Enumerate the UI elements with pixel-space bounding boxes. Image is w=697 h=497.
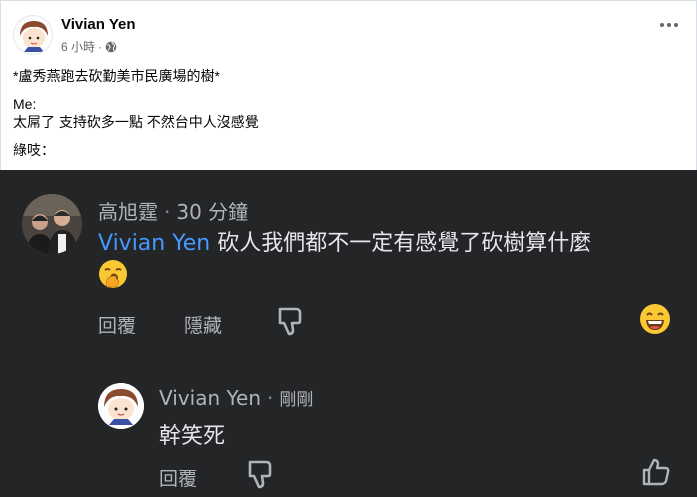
public-globe-icon (105, 41, 117, 52)
reply-author-avatar[interactable] (98, 383, 144, 429)
commenter-name-line: 高旭霆 · 30 分鐘 (98, 196, 248, 225)
comment-body: 砍人我們都不一定有感覺了砍樹算什麼 (210, 231, 592, 256)
post-author-name[interactable]: Vivian Yen (61, 16, 136, 33)
post-meta: 6 小時 · (61, 38, 117, 55)
laughing-face-emoji[interactable] (639, 303, 671, 340)
post-line-3: 太屌了 支持砍多一點 不然台中人沒感覺 (13, 114, 259, 130)
dislike-icon[interactable] (246, 459, 274, 494)
reply-name-line: Vivian Yen · 剛剛 (159, 385, 313, 410)
post-line-2: Me: (13, 96, 37, 112)
post-line-4: 綠吱： (13, 142, 55, 158)
like-icon[interactable] (641, 457, 671, 492)
yawning-face-emoji (98, 259, 128, 298)
commenter-name[interactable]: 高旭霆 (98, 200, 158, 224)
name-separator: · (267, 386, 274, 410)
reply-button[interactable]: 回覆 (159, 464, 197, 491)
post-line-1: *盧秀燕跑去砍勤美市民廣場的樹* (13, 68, 220, 84)
reply-time[interactable]: 剛剛 (279, 390, 313, 410)
comment-time[interactable]: 30 分鐘 (176, 200, 248, 224)
comments-section: 高旭霆 · 30 分鐘 Vivian Yen 砍人我們都不一定有感覺了砍樹算什麼 回… (0, 170, 697, 497)
reply-button[interactable]: 回覆 (98, 311, 136, 338)
mention-link[interactable]: Vivian Yen (98, 231, 210, 256)
author-avatar[interactable] (13, 15, 53, 55)
name-separator: · (164, 200, 171, 224)
comment-text: Vivian Yen 砍人我們都不一定有感覺了砍樹算什麼 (98, 229, 683, 298)
commenter-avatar[interactable] (22, 194, 82, 254)
dislike-icon[interactable] (276, 306, 304, 341)
meta-separator: · (98, 39, 103, 54)
post-time[interactable]: 6 小時 (61, 38, 95, 55)
more-options-icon[interactable] (660, 23, 678, 27)
post-card: Vivian Yen 6 小時 · *盧秀燕跑去砍勤美市民廣場的樹* Me: 太… (0, 0, 697, 170)
reply-text: 幹笑死 (159, 424, 226, 449)
reply-author-name[interactable]: Vivian Yen (159, 386, 261, 410)
hide-button[interactable]: 隱藏 (184, 311, 222, 338)
